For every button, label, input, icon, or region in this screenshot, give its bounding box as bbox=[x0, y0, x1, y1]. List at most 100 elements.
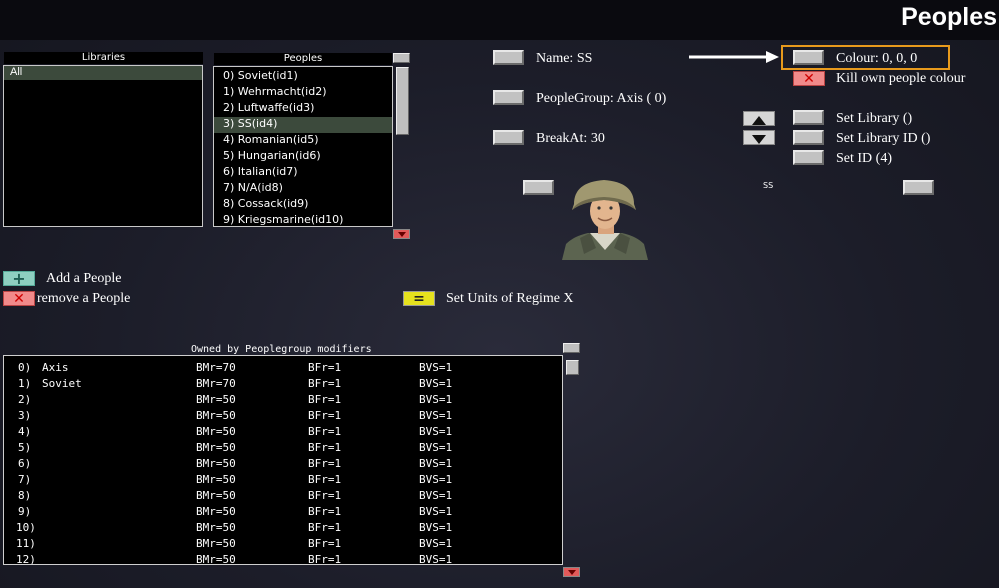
add-people-label: Add a People bbox=[46, 271, 122, 286]
modifier-row[interactable]: 2) BMr=50 BFr=1 BVS=1 bbox=[4, 392, 562, 408]
row-bmr: BMr=50 bbox=[196, 521, 236, 534]
people-list-item[interactable]: 1) Wehrmacht(id2) bbox=[214, 85, 392, 101]
modifier-row[interactable]: 10) BMr=50 BFr=1 BVS=1 bbox=[4, 520, 562, 536]
row-bfr: BFr=1 bbox=[308, 361, 342, 374]
kill-colour-button[interactable]: ✕ bbox=[793, 71, 825, 87]
peoples-header: Peoples bbox=[214, 53, 392, 65]
remove-people-button[interactable]: ✕ bbox=[3, 290, 35, 307]
row-bmr: BMr=50 bbox=[196, 425, 236, 438]
row-bvs: BVS=1 bbox=[419, 457, 453, 470]
colour-label: Colour: 0, 0, 0 bbox=[836, 51, 918, 66]
set-library-id-button[interactable] bbox=[793, 130, 824, 145]
row-bmr: BMr=50 bbox=[196, 489, 236, 502]
row-index: 2) bbox=[18, 393, 32, 406]
row-index: 12) bbox=[16, 553, 36, 565]
row-bfr: BFr=1 bbox=[308, 505, 342, 518]
people-list-item[interactable]: 2) Luftwaffe(id3) bbox=[214, 101, 392, 117]
row-bmr: BMr=50 bbox=[196, 441, 236, 454]
row-bvs: BVS=1 bbox=[419, 521, 453, 534]
row-bfr: BFr=1 bbox=[308, 489, 342, 502]
row-bmr: BMr=50 bbox=[196, 537, 236, 550]
next-graphic-button[interactable] bbox=[903, 180, 934, 195]
row-bfr: BFr=1 bbox=[308, 441, 342, 454]
row-index: 10) bbox=[16, 521, 36, 534]
row-bmr: BMr=70 bbox=[196, 361, 236, 374]
row-bvs: BVS=1 bbox=[419, 441, 453, 454]
library-item[interactable]: All bbox=[4, 66, 202, 80]
row-index: 5) bbox=[18, 441, 32, 454]
modifier-row[interactable]: 1) Soviet BMr=70 BFr=1 BVS=1 bbox=[4, 376, 562, 392]
row-bmr: BMr=50 bbox=[196, 409, 236, 422]
peoples-scroll-top-button[interactable] bbox=[393, 53, 410, 63]
row-bfr: BFr=1 bbox=[308, 473, 342, 486]
people-list-item[interactable]: 4) Romanian(id5) bbox=[214, 133, 392, 149]
colour-button[interactable] bbox=[793, 50, 824, 65]
modifier-row[interactable]: 8) BMr=50 BFr=1 BVS=1 bbox=[4, 488, 562, 504]
row-bvs: BVS=1 bbox=[419, 473, 453, 486]
people-list-item[interactable]: 3) SS(id4) bbox=[214, 117, 392, 133]
arrow-down-icon bbox=[752, 135, 766, 144]
row-bmr: BMr=50 bbox=[196, 393, 236, 406]
people-list-item[interactable]: 0) Soviet(id1) bbox=[214, 69, 392, 85]
row-index: 1) bbox=[18, 377, 32, 390]
set-library-label: Set Library () bbox=[836, 111, 913, 126]
row-name: Soviet bbox=[42, 377, 82, 390]
row-bvs: BVS=1 bbox=[419, 409, 453, 422]
modifiers-scroll-thumb[interactable] bbox=[566, 360, 579, 375]
row-bvs: BVS=1 bbox=[419, 553, 453, 565]
move-up-button[interactable] bbox=[743, 111, 775, 126]
modifier-row[interactable]: 12) BMr=50 BFr=1 BVS=1 bbox=[4, 552, 562, 565]
peoples-scroll-down-button[interactable] bbox=[393, 229, 410, 239]
people-group-label: PeopleGroup: Axis ( 0) bbox=[536, 91, 667, 106]
modifier-row[interactable]: 0) Axis BMr=70 BFr=1 BVS=1 bbox=[4, 360, 562, 376]
row-index: 3) bbox=[18, 409, 32, 422]
modifiers-list[interactable]: 0) Axis BMr=70 BFr=1 BVS=1 1) Soviet BMr=70 BFr=… bbox=[3, 355, 563, 565]
people-list-item[interactable]: 9) Kriegsmarine(id10) bbox=[214, 213, 392, 226]
peoples-list[interactable]: 0) Soviet(id1) 1) Wehrmacht(id2) 2) Luftwa… bbox=[213, 66, 393, 227]
modifiers-scroll-down-button[interactable] bbox=[563, 567, 580, 577]
modifier-row[interactable]: 3) BMr=50 BFr=1 BVS=1 bbox=[4, 408, 562, 424]
modifier-row[interactable]: 9) BMr=50 BFr=1 BVS=1 bbox=[4, 504, 562, 520]
plus-icon: + bbox=[12, 269, 26, 288]
page-title: Peoples bbox=[901, 3, 997, 31]
people-list-item[interactable]: 5) Hungarian(id6) bbox=[214, 149, 392, 165]
row-bmr: BMr=50 bbox=[196, 505, 236, 518]
add-people-button[interactable]: + bbox=[3, 269, 35, 288]
row-index: 8) bbox=[18, 489, 32, 502]
modifier-row[interactable]: 11) BMr=50 BFr=1 BVS=1 bbox=[4, 536, 562, 552]
modifier-row[interactable]: 6) BMr=50 BFr=1 BVS=1 bbox=[4, 456, 562, 472]
modifiers-scroll-top-button[interactable] bbox=[563, 343, 580, 353]
people-list-item[interactable]: 8) Cossack(id9) bbox=[214, 197, 392, 213]
row-index: 6) bbox=[18, 457, 32, 470]
equals-icon: = bbox=[413, 290, 425, 307]
row-bfr: BFr=1 bbox=[308, 537, 342, 550]
row-bvs: BVS=1 bbox=[419, 393, 453, 406]
modifiers-title: Owned by Peoplegroup modifiers bbox=[191, 344, 372, 355]
row-bfr: BFr=1 bbox=[308, 457, 342, 470]
remove-people-label: remove a People bbox=[37, 291, 131, 306]
row-bmr: BMr=70 bbox=[196, 377, 236, 390]
x-icon: ✕ bbox=[13, 290, 25, 307]
people-list-item[interactable]: 7) N/A(id8) bbox=[214, 181, 392, 197]
modifier-row[interactable]: 7) BMr=50 BFr=1 BVS=1 bbox=[4, 472, 562, 488]
row-bvs: BVS=1 bbox=[419, 505, 453, 518]
move-down-button[interactable] bbox=[743, 130, 775, 145]
break-at-button[interactable] bbox=[493, 130, 524, 145]
set-id-label: Set ID (4) bbox=[836, 151, 892, 166]
break-at-label: BreakAt: 30 bbox=[536, 131, 605, 146]
set-units-button[interactable]: = bbox=[403, 290, 435, 307]
row-index: 4) bbox=[18, 425, 32, 438]
peoples-scroll-thumb[interactable] bbox=[396, 67, 409, 135]
row-index: 7) bbox=[18, 473, 32, 486]
modifier-row[interactable]: 5) BMr=50 BFr=1 BVS=1 bbox=[4, 440, 562, 456]
people-group-button[interactable] bbox=[493, 90, 524, 105]
set-library-button[interactable] bbox=[793, 110, 824, 125]
people-list-item[interactable]: 6) Italian(id7) bbox=[214, 165, 392, 181]
row-bvs: BVS=1 bbox=[419, 489, 453, 502]
set-units-label: Set Units of Regime X bbox=[446, 291, 574, 306]
name-button[interactable] bbox=[493, 50, 524, 65]
set-id-button[interactable] bbox=[793, 150, 824, 165]
libraries-list[interactable]: All bbox=[3, 65, 203, 227]
modifier-row[interactable]: 4) BMr=50 BFr=1 BVS=1 bbox=[4, 424, 562, 440]
prev-graphic-button[interactable] bbox=[523, 180, 554, 195]
